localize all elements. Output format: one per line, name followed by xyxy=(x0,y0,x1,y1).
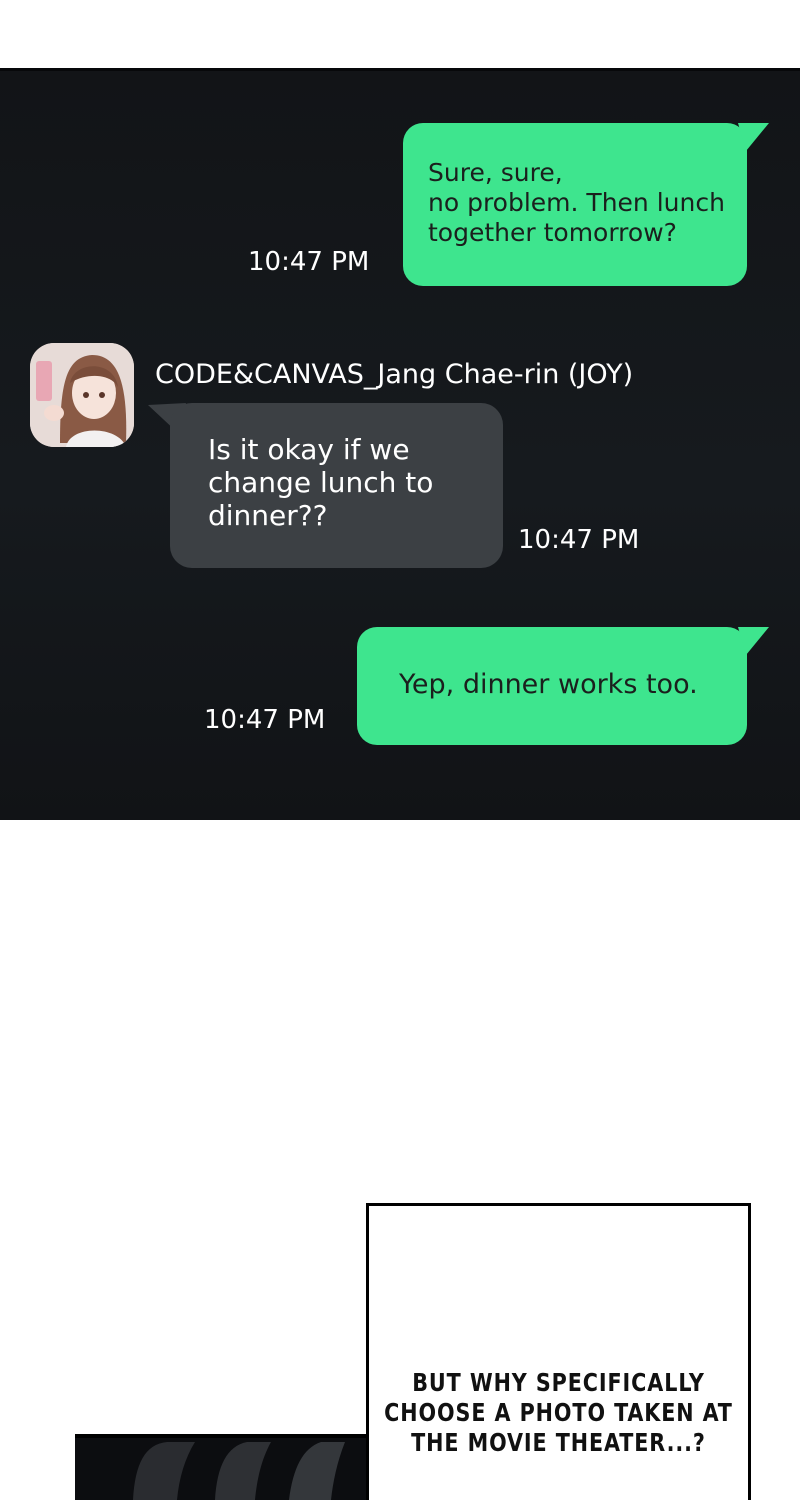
narration-text: BUT WHY SPECIFICALLY CHOOSE A PHOTO TAKE… xyxy=(384,1368,733,1457)
message-text: Sure, sure, no problem. Then lunch toget… xyxy=(428,158,725,247)
sender-name: CODE&CANVAS_Jang Chae-rin (JOY) xyxy=(155,359,634,390)
bubble-tail xyxy=(738,123,769,151)
narration-box: BUT WHY SPECIFICALLY CHOOSE A PHOTO TAKE… xyxy=(366,1203,751,1500)
message-text: Is it okay if we change lunch to dinner?… xyxy=(208,433,434,532)
outgoing-message-bubble: Yep, dinner works too. xyxy=(357,627,747,745)
chat-screen: Sure, sure, no problem. Then lunch toget… xyxy=(0,68,800,820)
bubble-tail xyxy=(738,627,769,655)
message-time: 10:47 PM xyxy=(248,247,370,277)
outgoing-message-bubble: Sure, sure, no problem. Then lunch toget… xyxy=(403,123,747,286)
incoming-message-bubble: Is it okay if we change lunch to dinner?… xyxy=(170,403,503,568)
theater-seats-illustration xyxy=(75,1434,366,1500)
dark-comic-panel xyxy=(75,1434,366,1500)
avatar[interactable] xyxy=(30,343,134,447)
comic-page: Sure, sure, no problem. Then lunch toget… xyxy=(0,0,800,1500)
avatar-portrait-icon xyxy=(30,343,134,447)
message-time: 10:47 PM xyxy=(518,525,640,555)
message-text: Yep, dinner works too. xyxy=(399,669,698,700)
message-time: 10:47 PM xyxy=(204,705,326,735)
